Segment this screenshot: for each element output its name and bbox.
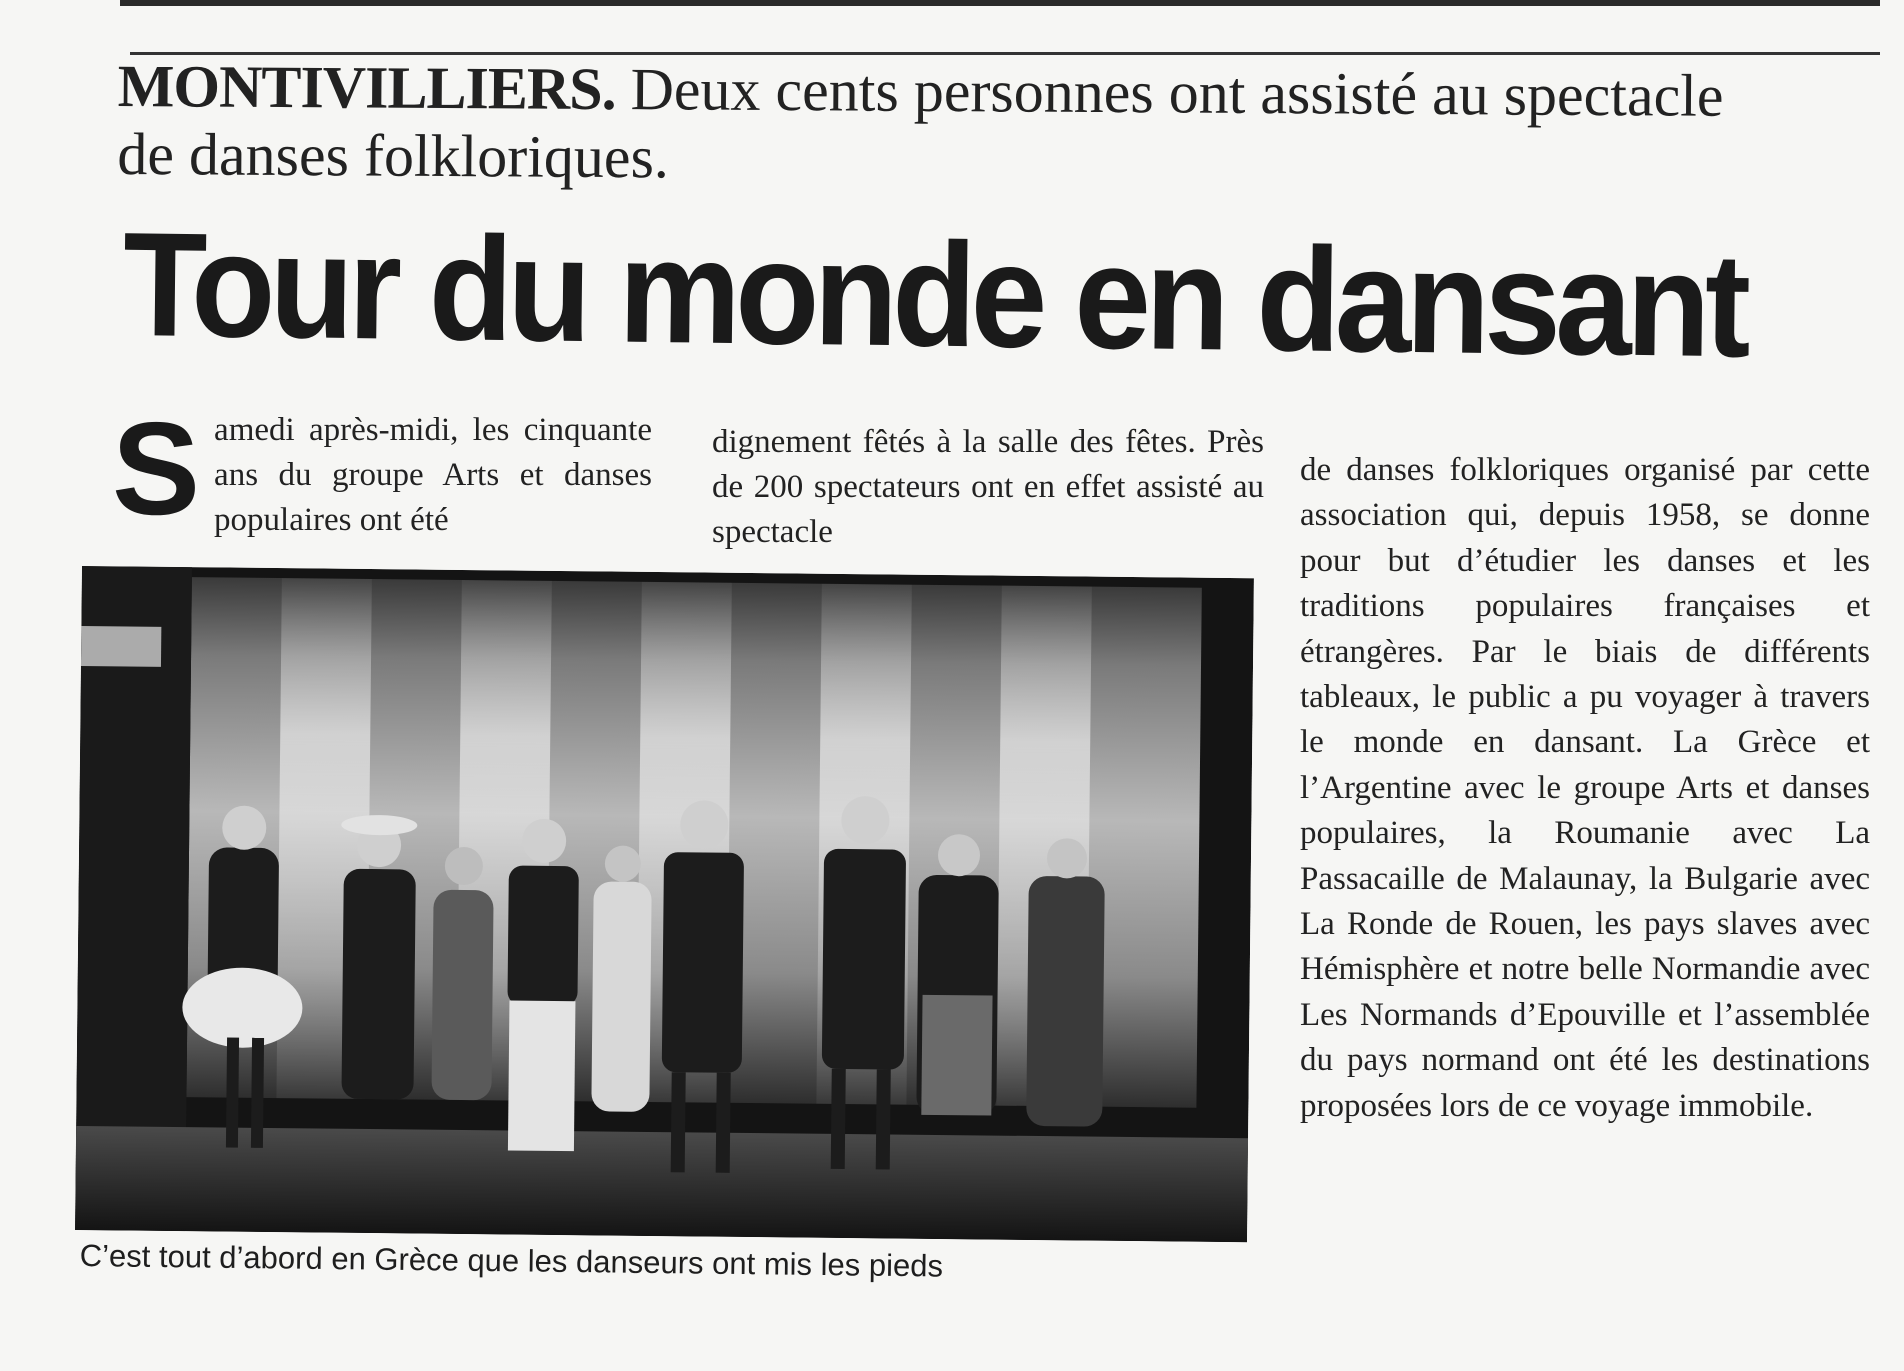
article-column-2: dignement fêtés à la salle des fêtes. Pr… (712, 420, 1264, 555)
column-3-text: de danses folkloriques organisé par cett… (1300, 452, 1870, 1124)
dancers-photo (75, 566, 1254, 1243)
dropcap: S (112, 395, 201, 542)
article-column-1: Samedi après-midi, les cinquante ans du … (112, 395, 652, 543)
article-column-3: de danses folkloriques organisé par cett… (1300, 448, 1870, 1129)
top-rule (120, 0, 1880, 6)
dancers-photo-image (75, 566, 1254, 1243)
kicker-city: MONTIVILLIERS. (117, 52, 616, 123)
headline: Tour du monde en dansant (122, 201, 1747, 389)
photo-caption: C’est tout d’abord en Grèce que les dans… (79, 1237, 944, 1284)
kicker: MONTIVILLIERS. Deux cents personnes ont … (117, 52, 1738, 198)
column-1-text: amedi après-midi, les cinquante ans du g… (214, 412, 652, 538)
column-2-text: dignement fêtés à la salle des fêtes. Pr… (712, 424, 1264, 550)
